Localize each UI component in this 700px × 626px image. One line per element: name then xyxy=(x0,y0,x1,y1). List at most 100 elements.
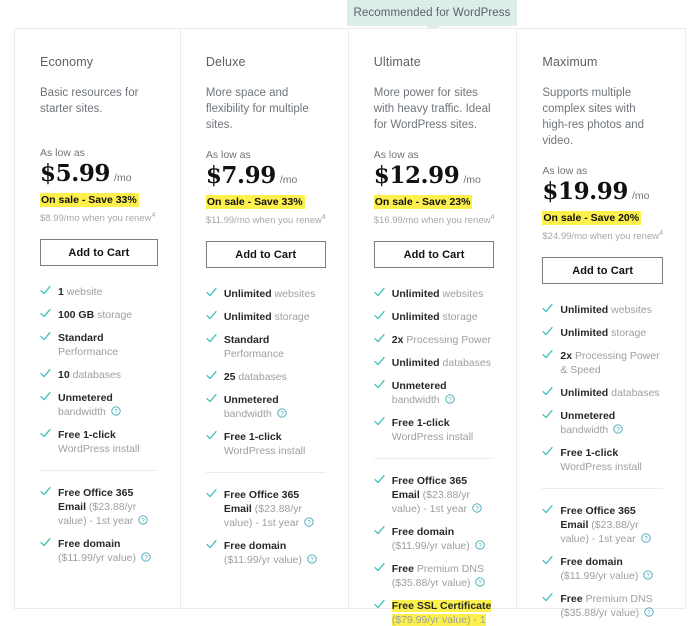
feature-divider xyxy=(40,470,158,472)
question-circle-icon[interactable]: ? xyxy=(444,394,455,404)
question-circle-icon[interactable]: ? xyxy=(643,570,653,580)
feature-detail-text: WordPress install xyxy=(223,445,306,458)
feature-highlight-term: Unmetered xyxy=(58,392,113,405)
as-low-as-label: As low as xyxy=(373,149,419,161)
feature-detail-text: bandwidth xyxy=(560,424,609,437)
plan-extra-item: Free Office 365 Email ($23.88/yr value) … xyxy=(374,474,495,516)
question-circle-icon[interactable]: ? xyxy=(276,408,287,418)
check-icon xyxy=(206,393,217,407)
check-icon xyxy=(374,287,385,301)
plan-feature-item: 10 databases xyxy=(40,368,158,382)
price-period: /mo xyxy=(463,174,481,186)
price-row: $7.99/mo xyxy=(206,162,326,189)
price-period: /mo xyxy=(279,174,298,186)
plan-feature-item: Free 1-click WordPress install xyxy=(40,428,158,456)
check-icon xyxy=(206,287,217,301)
plan-feature-item: Standard Performance xyxy=(206,333,326,361)
check-icon xyxy=(206,539,217,553)
question-circle-icon[interactable]: ? xyxy=(141,552,151,562)
check-icon xyxy=(374,474,385,488)
plan-extra-text: Free SSL Certificate ($79.99/yr value) -… xyxy=(391,599,495,626)
feature-highlight-term: Free 1-click xyxy=(391,417,450,430)
plan-card: Ultimate More power for sites with heavy … xyxy=(349,29,518,626)
plan-feature-item: 25 databases xyxy=(206,370,326,384)
as-low-as-label: As low as xyxy=(205,149,251,161)
check-icon xyxy=(206,370,217,384)
feature-highlight-term: Unmetered xyxy=(391,380,447,393)
feature-detail-text: Performance xyxy=(223,348,284,361)
plan-feature-text: Unlimited databases xyxy=(560,386,663,400)
plan-extra-item: Free Premium DNS ($35.88/yr value) ? xyxy=(542,592,663,620)
question-circle-icon[interactable]: ? xyxy=(304,517,314,527)
plan-extra-text: Free Office 365 Email ($23.88/yr value) … xyxy=(560,504,663,546)
question-circle-icon[interactable]: ? xyxy=(644,607,654,617)
feature-highlight-term: Free SSL Certificate xyxy=(391,600,492,613)
as-low-as-label: As low as xyxy=(542,165,588,177)
feature-highlight-term: Unlimited xyxy=(223,311,272,324)
feature-highlight-term: Free 1-click xyxy=(560,447,619,460)
feature-highlight-term: 100 GB xyxy=(58,309,95,322)
question-circle-icon[interactable]: ? xyxy=(111,406,121,416)
renewal-price-note: $16.99/mo when you renew4 xyxy=(374,214,495,226)
check-icon xyxy=(542,349,554,363)
feature-detail-text: bandwidth xyxy=(391,394,440,407)
add-to-cart-button[interactable]: Add to Cart xyxy=(373,241,495,269)
question-circle-icon[interactable]: ? xyxy=(307,554,317,564)
plan-feature-text: Unmetered bandwidth ? xyxy=(560,409,663,437)
renewal-footnote-marker: 4 xyxy=(659,230,663,237)
price-amount: $19.99 xyxy=(542,178,628,205)
feature-detail-text: website xyxy=(63,286,103,299)
plan-feature-item: Unlimited websites xyxy=(542,303,663,317)
feature-divider xyxy=(542,488,663,490)
plan-extra-item: Free domain ($11.99/yr value) ? xyxy=(542,555,663,583)
plan-feature-item: Unlimited websites xyxy=(374,287,495,301)
plan-feature-list: Unlimited websites Unlimited storage 2x Pr… xyxy=(542,303,663,474)
question-circle-icon[interactable]: ? xyxy=(613,424,623,434)
question-circle-icon[interactable]: ? xyxy=(472,503,482,513)
plan-extra-item: Free domain ($11.99/yr value) ? xyxy=(374,525,495,553)
check-icon xyxy=(374,562,385,576)
add-to-cart-button[interactable]: Add to Cart xyxy=(542,257,663,285)
plan-feature-text: Unlimited storage xyxy=(224,310,326,324)
price-period: /mo xyxy=(114,172,132,184)
plan-feature-item: Unlimited databases xyxy=(542,386,663,400)
question-circle-icon[interactable]: ? xyxy=(475,540,485,550)
add-to-cart-button[interactable]: Add to Cart xyxy=(205,241,326,269)
question-circle-icon[interactable]: ? xyxy=(640,533,651,543)
plan-feature-text: Unmetered bandwidth ? xyxy=(392,379,495,407)
price-amount: $5.99 xyxy=(40,160,111,187)
check-icon xyxy=(374,379,385,393)
plan-extra-item: Free domain ($11.99/yr value) ? xyxy=(40,537,158,565)
question-circle-icon[interactable]: ? xyxy=(138,515,148,525)
feature-detail-text: databases xyxy=(69,369,122,382)
plan-extra-item: Free Premium DNS ($35.88/yr value) ? xyxy=(374,562,495,590)
plan-extra-text: Free Premium DNS ($35.88/yr value) ? xyxy=(392,562,495,590)
feature-highlight-term: Standard xyxy=(223,334,270,347)
feature-highlight-term: Unmetered xyxy=(560,410,616,423)
feature-highlight-term: 2x xyxy=(391,334,404,347)
recommended-banner: Recommended for WordPress xyxy=(347,0,517,26)
renewal-price-text: $8.99/mo when you renew xyxy=(40,213,152,225)
feature-detail-text: Processing Power xyxy=(403,334,491,347)
renewal-footnote-marker: 4 xyxy=(151,212,156,219)
plan-feature-text: Unlimited storage xyxy=(392,310,495,324)
plan-extra-item: Free Office 365 Email ($23.88/yr value) … xyxy=(542,504,663,546)
renewal-price-text: $11.99/mo when you renew xyxy=(205,215,322,227)
check-icon xyxy=(542,386,554,400)
plan-feature-item: Standard Performance xyxy=(40,331,158,359)
feature-detail-text: databases xyxy=(235,371,287,384)
plan-feature-text: Unlimited databases xyxy=(392,356,495,370)
plan-extra-text: Free Premium DNS ($35.88/yr value) ? xyxy=(560,592,663,620)
question-circle-icon[interactable]: ? xyxy=(475,577,486,587)
renewal-footnote-marker: 4 xyxy=(321,214,326,221)
add-to-cart-button[interactable]: Add to Cart xyxy=(40,239,158,267)
feature-detail-text: websites xyxy=(608,304,652,317)
feature-highlight-term: Unlimited xyxy=(560,327,609,340)
plan-card-list: Economy Basic resources for starter sites… xyxy=(14,28,686,626)
plan-feature-list: 1 website 100 GB storage Standard Performa… xyxy=(40,285,158,456)
feature-detail-text: storage xyxy=(94,309,133,322)
plan-feature-text: Standard Performance xyxy=(58,331,158,359)
plan-card: Deluxe More space and flexibility for mul… xyxy=(181,29,349,608)
check-icon xyxy=(40,391,51,405)
check-icon xyxy=(542,409,554,423)
